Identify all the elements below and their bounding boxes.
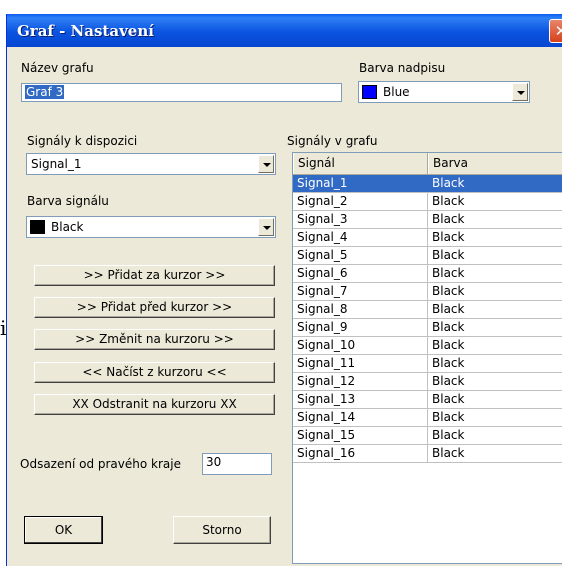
table-row[interactable]: Signal_13 Black (293, 391, 562, 409)
signal-name-cell: Signal_10 (293, 337, 428, 354)
table-row[interactable]: Signal_14 Black (293, 409, 562, 427)
table-row[interactable]: Signal_15 Black (293, 427, 562, 445)
signal-color-label: Barva signálu (27, 194, 109, 208)
ok-button[interactable]: OK (24, 516, 103, 544)
signal-name-cell: Signal_7 (293, 283, 428, 300)
chevron-down-icon[interactable] (258, 155, 274, 173)
signal-color-cell: Black (432, 176, 465, 190)
settings-dialog: Graf - Nastavení ✕ Název grafu Graf 3 Ba… (6, 14, 562, 566)
graph-name-label: Název grafu (21, 61, 94, 75)
available-signals-select[interactable]: Signal_1 (26, 153, 276, 175)
signal-color-cell: Black (432, 266, 465, 280)
table-row[interactable]: Signal_2 Black (293, 193, 562, 211)
table-row[interactable]: Signal_12 Black (293, 373, 562, 391)
offset-input[interactable]: 30 (202, 453, 272, 475)
signal-name-cell: Signal_8 (293, 301, 428, 318)
window-title: Graf - Nastavení (17, 22, 154, 40)
graph-name-value: Graf 3 (25, 85, 65, 99)
signal-name-cell: Signal_12 (293, 373, 428, 390)
signal-color-cell: Black (432, 338, 465, 352)
table-row[interactable]: Signal_7 Black (293, 283, 562, 301)
signal-name-cell: Signal_16 (293, 445, 428, 462)
table-row[interactable]: Signal_8 Black (293, 301, 562, 319)
title-color-swatch (362, 85, 377, 99)
signal-name-cell: Signal_5 (293, 247, 428, 264)
signal-color-cell: Black (432, 248, 465, 262)
signal-color-cell: Black (432, 410, 465, 424)
signal-color-cell: Black (432, 446, 465, 460)
signal-name-cell: Signal_2 (293, 193, 428, 210)
table-row[interactable]: Signal_6 Black (293, 265, 562, 283)
load-from-cursor-button[interactable]: << Načíst z kurzoru << (34, 362, 275, 383)
signal-name-cell: Signal_11 (293, 355, 428, 372)
signal-color-cell: Black (432, 356, 465, 370)
graph-signals-label: Signály v grafu (287, 134, 378, 148)
signal-name-cell: Signal_4 (293, 229, 428, 246)
signal-color-cell: Black (432, 320, 465, 334)
signal-color-cell: Black (432, 374, 465, 388)
change-at-cursor-button[interactable]: >> Změnit na kurzoru >> (34, 329, 275, 350)
table-row[interactable]: Signal_9 Black (293, 319, 562, 337)
title-color-value: Blue (383, 85, 410, 99)
signal-color-swatch (30, 220, 45, 234)
close-icon[interactable]: ✕ (549, 19, 562, 43)
add-before-cursor-button[interactable]: >> Přidat před kurzor >> (34, 297, 275, 318)
table-row[interactable]: Signal_11 Black (293, 355, 562, 373)
signal-color-cell: Black (432, 302, 465, 316)
signal-name-cell: Signal_13 (293, 391, 428, 408)
signal-color-cell: Black (432, 194, 465, 208)
signal-color-cell: Black (432, 284, 465, 298)
available-signals-label: Signály k dispozici (27, 134, 138, 148)
cancel-button[interactable]: Storno (173, 516, 271, 544)
graph-signals-table[interactable]: Signál Barva Signal_1 Black Signal_2 Black S… (292, 152, 562, 564)
signal-name-cell: Signal_6 (293, 265, 428, 282)
offset-value: 30 (206, 455, 222, 469)
signal-name-cell: Signal_3 (293, 211, 428, 228)
signal-color-cell: Black (432, 212, 465, 226)
chevron-down-icon[interactable] (512, 83, 528, 101)
signal-name-cell: Signal_14 (293, 409, 428, 426)
graph-name-input[interactable]: Graf 3 (21, 83, 342, 102)
table-row[interactable]: Signal_3 Black (293, 211, 562, 229)
table-body: Signal_1 Black Signal_2 Black Signal_3 Black S… (293, 175, 562, 463)
table-row[interactable]: Signal_5 Black (293, 247, 562, 265)
column-header-signal[interactable]: Signál (293, 153, 428, 174)
table-row[interactable]: Signal_1 Black (293, 175, 562, 193)
title-bar[interactable]: Graf - Nastavení ✕ (7, 14, 562, 47)
signal-color-cell: Black (432, 230, 465, 244)
offset-label: Odsazení od pravého kraje (20, 457, 181, 471)
signal-color-value: Black (51, 220, 84, 234)
signal-color-select[interactable]: Black (26, 216, 276, 238)
table-row[interactable]: Signal_4 Black (293, 229, 562, 247)
title-color-select[interactable]: Blue (358, 81, 530, 103)
signal-name-cell: Signal_1 (293, 175, 428, 192)
signal-color-cell: Black (432, 428, 465, 442)
column-header-color[interactable]: Barva (428, 153, 562, 174)
table-header: Signál Barva (293, 153, 562, 175)
available-signals-value: Signal_1 (31, 157, 82, 171)
table-row[interactable]: Signal_10 Black (293, 337, 562, 355)
chevron-down-icon[interactable] (258, 218, 274, 236)
title-color-label: Barva nadpisu (359, 61, 446, 75)
signal-color-cell: Black (432, 392, 465, 406)
table-row[interactable]: Signal_16 Black (293, 445, 562, 463)
add-after-cursor-button[interactable]: >> Přidat za kurzor >> (34, 265, 275, 286)
remove-at-cursor-button[interactable]: XX Odstranit na kurzoru XX (34, 394, 275, 415)
signal-name-cell: Signal_15 (293, 427, 428, 444)
signal-name-cell: Signal_9 (293, 319, 428, 336)
